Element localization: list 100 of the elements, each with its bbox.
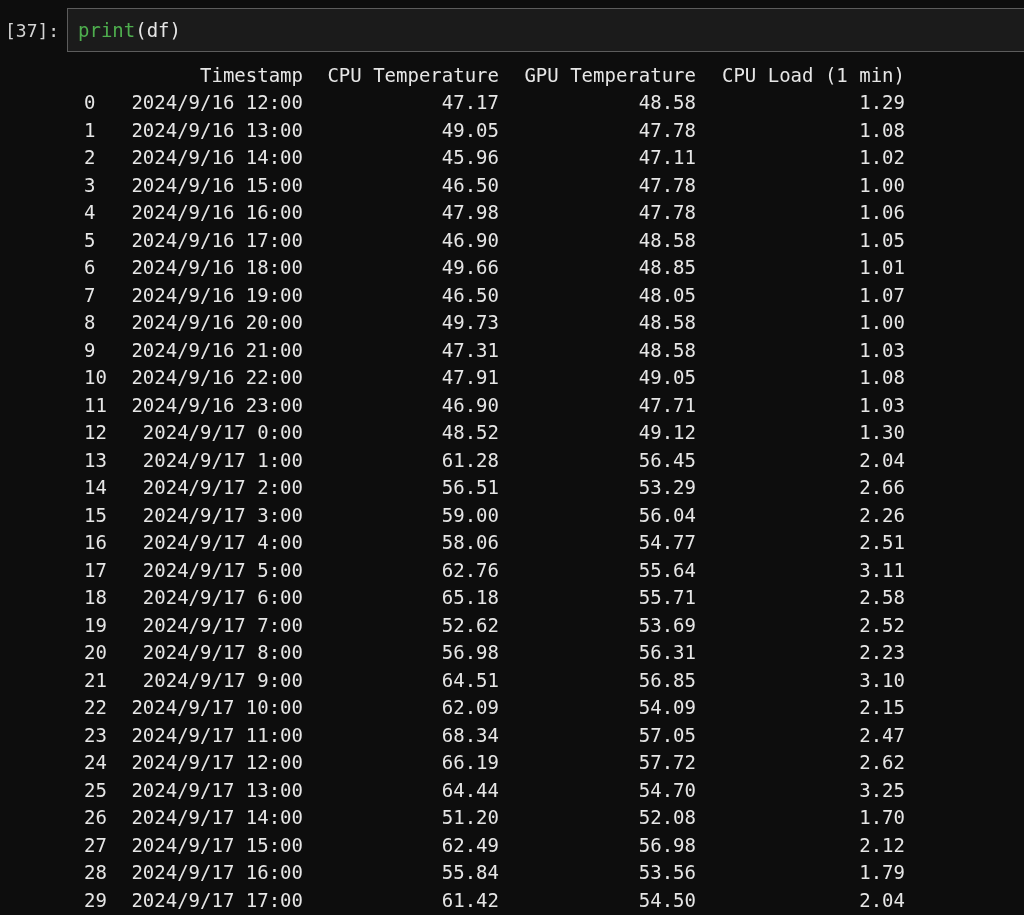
table-cell: 47.78 bbox=[638, 118, 696, 141]
table-cell: 47.98 bbox=[441, 201, 499, 224]
table-cell: 1.30 bbox=[859, 421, 905, 444]
row-index: 15 bbox=[84, 503, 107, 526]
table-cell: 47.11 bbox=[638, 146, 696, 169]
table-cell: 54.70 bbox=[638, 778, 696, 801]
table-cell: 2.04 bbox=[859, 888, 905, 911]
row-index: 23 bbox=[84, 723, 107, 746]
row-index: 12 bbox=[84, 421, 107, 444]
table-cell: 1.79 bbox=[859, 861, 905, 884]
table-cell: 2024/9/16 16:00 bbox=[131, 201, 303, 224]
table-cell: 2024/9/17 0:00 bbox=[142, 421, 303, 444]
row-index: 3 bbox=[84, 173, 96, 196]
table-cell: 2.26 bbox=[859, 503, 905, 526]
table-cell: 49.66 bbox=[441, 256, 499, 279]
table-cell: 2.12 bbox=[859, 833, 905, 856]
table-cell: 47.78 bbox=[638, 201, 696, 224]
row-index: 26 bbox=[84, 806, 107, 829]
table-cell: 47.78 bbox=[638, 173, 696, 196]
table-cell: 57.05 bbox=[638, 723, 696, 746]
table-cell: 66.19 bbox=[441, 751, 499, 774]
table-cell: 2024/9/17 7:00 bbox=[142, 613, 303, 636]
table-cell: 58.06 bbox=[441, 531, 499, 554]
table-cell: 2024/9/16 12:00 bbox=[131, 91, 303, 114]
table-cell: 1.03 bbox=[859, 338, 905, 361]
table-cell: 54.50 bbox=[638, 888, 696, 911]
table-cell: 2024/9/16 23:00 bbox=[131, 393, 303, 416]
table-cell: 2024/9/17 8:00 bbox=[142, 641, 303, 664]
table-cell: 49.05 bbox=[441, 118, 499, 141]
table-cell: 1.06 bbox=[859, 201, 905, 224]
table-cell: 46.90 bbox=[441, 393, 499, 416]
table-cell: 1.01 bbox=[859, 256, 905, 279]
table-cell: 2024/9/16 22:00 bbox=[131, 366, 303, 389]
column-header: GPU Temperature bbox=[524, 63, 696, 86]
table-cell: 49.05 bbox=[638, 366, 696, 389]
row-index: 11 bbox=[84, 393, 107, 416]
table-cell: 48.85 bbox=[638, 256, 696, 279]
table-cell: 56.45 bbox=[638, 448, 696, 471]
row-index: 17 bbox=[84, 558, 107, 581]
table-cell: 68.34 bbox=[441, 723, 499, 746]
table-cell: 51.20 bbox=[441, 806, 499, 829]
row-index: 7 bbox=[84, 283, 96, 306]
table-cell: 46.50 bbox=[441, 283, 499, 306]
table-cell: 2.04 bbox=[859, 448, 905, 471]
table-cell: 2024/9/16 15:00 bbox=[131, 173, 303, 196]
row-index: 5 bbox=[84, 228, 96, 251]
row-index: 4 bbox=[84, 201, 96, 224]
table-cell: 2024/9/17 12:00 bbox=[131, 751, 303, 774]
table-cell: 2024/9/17 11:00 bbox=[131, 723, 303, 746]
table-cell: 1.02 bbox=[859, 146, 905, 169]
table-cell: 2.23 bbox=[859, 641, 905, 664]
row-index: 18 bbox=[84, 586, 107, 609]
table-cell: 53.56 bbox=[638, 861, 696, 884]
row-index: 2 bbox=[84, 146, 96, 169]
table-cell: 2024/9/17 14:00 bbox=[131, 806, 303, 829]
table-cell: 54.77 bbox=[638, 531, 696, 554]
row-index: 19 bbox=[84, 613, 107, 636]
table-cell: 47.91 bbox=[441, 366, 499, 389]
row-index: 20 bbox=[84, 641, 107, 664]
table-cell: 53.69 bbox=[638, 613, 696, 636]
table-cell: 56.98 bbox=[441, 641, 499, 664]
table-cell: 65.18 bbox=[441, 586, 499, 609]
row-index: 9 bbox=[84, 338, 96, 361]
table-cell: 55.71 bbox=[638, 586, 696, 609]
table-cell: 2024/9/17 5:00 bbox=[142, 558, 303, 581]
table-cell: 2024/9/17 4:00 bbox=[142, 531, 303, 554]
row-index: 22 bbox=[84, 696, 107, 719]
table-cell: 2024/9/16 19:00 bbox=[131, 283, 303, 306]
column-header: CPU Temperature bbox=[327, 63, 499, 86]
row-index: 13 bbox=[84, 448, 107, 471]
table-cell: 2024/9/16 21:00 bbox=[131, 338, 303, 361]
table-cell: 2024/9/17 1:00 bbox=[142, 448, 303, 471]
row-index: 0 bbox=[84, 91, 96, 114]
table-cell: 1.08 bbox=[859, 118, 905, 141]
table-cell: 3.11 bbox=[859, 558, 905, 581]
code-input-cell[interactable]: print(df) bbox=[67, 8, 1024, 52]
row-index: 14 bbox=[84, 476, 107, 499]
table-cell: 61.42 bbox=[441, 888, 499, 911]
row-index: 25 bbox=[84, 778, 107, 801]
row-index: 24 bbox=[84, 751, 107, 774]
table-cell: 47.71 bbox=[638, 393, 696, 416]
table-cell: 62.49 bbox=[441, 833, 499, 856]
table-cell: 1.00 bbox=[859, 173, 905, 196]
table-cell: 1.70 bbox=[859, 806, 905, 829]
table-cell: 2.66 bbox=[859, 476, 905, 499]
table-cell: 48.58 bbox=[638, 91, 696, 114]
table-cell: 2024/9/16 13:00 bbox=[131, 118, 303, 141]
table-cell: 59.00 bbox=[441, 503, 499, 526]
row-index: 21 bbox=[84, 668, 107, 691]
table-cell: 61.28 bbox=[441, 448, 499, 471]
table-cell: 52.62 bbox=[441, 613, 499, 636]
table-cell: 2024/9/16 17:00 bbox=[131, 228, 303, 251]
table-cell: 56.51 bbox=[441, 476, 499, 499]
table-cell: 49.12 bbox=[638, 421, 696, 444]
table-cell: 48.58 bbox=[638, 338, 696, 361]
table-cell: 1.08 bbox=[859, 366, 905, 389]
table-cell: 52.08 bbox=[638, 806, 696, 829]
table-cell: 55.64 bbox=[638, 558, 696, 581]
row-index: 10 bbox=[84, 366, 107, 389]
column-header: Timestamp bbox=[200, 63, 303, 86]
